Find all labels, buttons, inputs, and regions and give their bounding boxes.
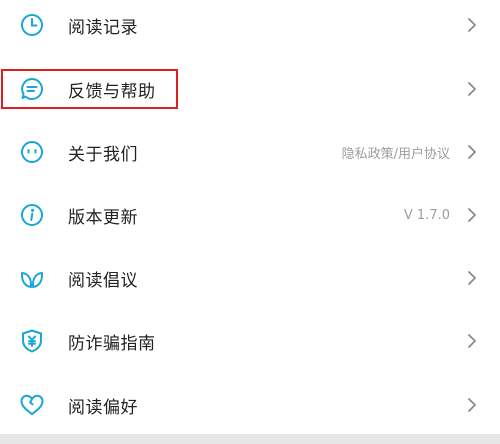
chevron-right-icon <box>466 207 478 223</box>
menu-item-label: 阅读偏好 <box>68 397 138 418</box>
menu-item-label: 防诈骗指南 <box>68 333 156 354</box>
settings-menu: 阅读记录 反馈与帮助 关于我们 隐私政策/用户协议 版本更新 V 1.7.0 阅… <box>0 0 500 434</box>
clock-icon <box>19 12 45 38</box>
menu-item-label: 阅读记录 <box>68 17 138 38</box>
smiley-icon <box>19 139 45 165</box>
shield-yuan-icon <box>19 328 45 354</box>
heart-icon <box>19 392 45 418</box>
menu-item-feedback-help[interactable]: 反馈与帮助 <box>0 58 500 120</box>
menu-item-reading-history[interactable]: 阅读记录 <box>0 0 500 56</box>
menu-item-label: 阅读倡议 <box>68 270 138 291</box>
menu-item-about-us[interactable]: 关于我们 隐私政策/用户协议 <box>0 121 500 183</box>
menu-item-label: 版本更新 <box>68 207 138 228</box>
menu-item-anti-fraud-guide[interactable]: 防诈骗指南 <box>0 310 500 372</box>
version-number: V 1.7.0 <box>403 207 450 223</box>
chevron-right-icon <box>466 144 478 160</box>
chevron-right-icon <box>466 81 478 97</box>
menu-item-label: 关于我们 <box>68 144 138 165</box>
menu-item-reading-preference[interactable]: 阅读偏好 <box>0 374 500 436</box>
leaf-icon <box>19 265 45 291</box>
menu-item-reading-initiative[interactable]: 阅读倡议 <box>0 247 500 309</box>
feedback-icon <box>19 76 45 102</box>
privacy-policy-link[interactable]: 隐私政策/用户协议 <box>342 143 450 162</box>
menu-item-version-update[interactable]: 版本更新 V 1.7.0 <box>0 184 500 246</box>
chevron-right-icon <box>466 333 478 349</box>
info-icon <box>19 202 45 228</box>
chevron-right-icon <box>466 270 478 286</box>
menu-item-label: 反馈与帮助 <box>68 81 156 102</box>
bottom-divider <box>0 434 500 444</box>
chevron-right-icon <box>466 17 478 33</box>
chevron-right-icon <box>466 397 478 413</box>
